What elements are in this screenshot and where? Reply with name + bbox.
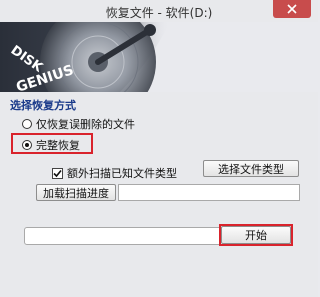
radio-button[interactable] bbox=[22, 119, 32, 129]
radio-deleted-only[interactable]: 仅恢复误删除的文件 bbox=[22, 116, 135, 132]
start-button-highlight bbox=[219, 224, 293, 246]
extra-scan-checkbox-row[interactable]: 额外扫描已知文件类型 bbox=[52, 165, 177, 181]
select-file-types-button[interactable]: 选择文件类型 bbox=[203, 160, 299, 177]
full-recovery-highlight bbox=[11, 133, 93, 154]
section-title: 选择恢复方式 bbox=[10, 99, 76, 112]
checkmark-icon bbox=[53, 169, 62, 177]
close-icon bbox=[287, 4, 297, 14]
load-scan-progress-button[interactable]: 加载扫描进度 bbox=[36, 184, 116, 201]
disk-genius-logo: DISK GENIUS bbox=[0, 22, 170, 92]
extra-scan-label: 额外扫描已知文件类型 bbox=[67, 167, 177, 180]
title-bar[interactable]: 恢复文件 - 软件(D:) bbox=[0, 0, 318, 22]
recover-files-dialog: 恢复文件 - 软件(D:) DISK GENIUS 选择恢复方式 仅恢复误删除的… bbox=[0, 0, 318, 297]
radio-deleted-only-label: 仅恢复误删除的文件 bbox=[36, 118, 135, 131]
disk-genius-banner: DISK GENIUS bbox=[0, 22, 318, 92]
window-title: 恢复文件 - 软件(D:) bbox=[105, 6, 213, 20]
extra-scan-checkbox[interactable] bbox=[52, 167, 63, 179]
scan-progress-path-field[interactable] bbox=[118, 184, 300, 201]
close-button[interactable] bbox=[273, 0, 311, 18]
